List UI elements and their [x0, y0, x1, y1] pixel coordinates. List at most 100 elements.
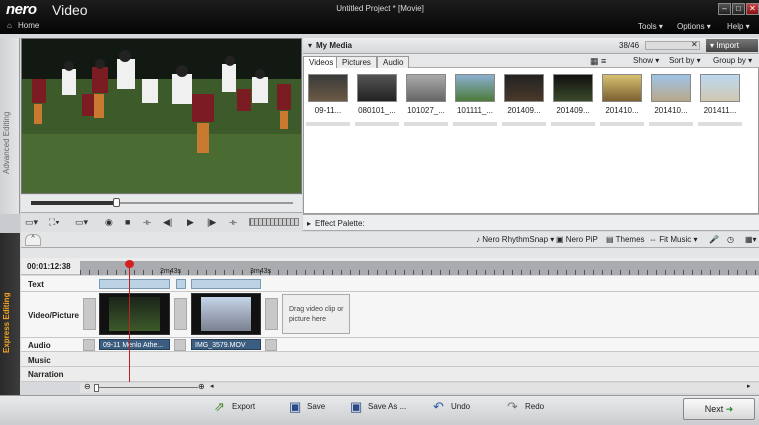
save-button[interactable]: ▣ Save [285, 400, 325, 420]
media-thumb[interactable]: 201410... [649, 72, 693, 120]
collapse-icon[interactable]: ▾ [308, 41, 312, 50]
audio-slot[interactable] [265, 339, 277, 351]
jog-wheel[interactable] [249, 218, 299, 226]
thumb-image [700, 74, 740, 102]
audio-clip-label[interactable]: IMG_3579.MOV [191, 339, 261, 350]
timeline-ruler[interactable] [80, 261, 759, 275]
themes-button[interactable]: ▤ Themes [606, 235, 645, 244]
maximize-button[interactable]: □ [732, 3, 745, 15]
media-thumb[interactable]: 201410... [600, 72, 644, 120]
playhead-line[interactable] [129, 262, 130, 382]
menu-tools[interactable]: Tools ▾ [638, 22, 663, 31]
media-thumb[interactable]: 101027_... [404, 72, 448, 120]
display-mode-icon[interactable]: ▭▾ [25, 217, 38, 228]
step-back-icon[interactable]: ◀| [163, 217, 172, 228]
ruler-mark: 3m43s [250, 268, 272, 275]
fullscreen-icon[interactable]: ⛶▾ [49, 217, 60, 228]
audio-slot[interactable] [174, 339, 186, 351]
zoom-in-icon[interactable]: ⊕ [198, 382, 205, 391]
transition-slot[interactable] [174, 298, 187, 330]
collapse-panel-icon[interactable]: ^ [25, 234, 41, 246]
grid-view-icon[interactable]: ▦ ≡ [590, 56, 606, 67]
minimize-button[interactable]: – [718, 3, 731, 15]
video-preview[interactable] [21, 38, 302, 194]
advanced-editing-tab[interactable]: Advanced Editing [0, 38, 20, 214]
track-label-text: Text [28, 280, 44, 289]
timeline-scrollbar[interactable]: ⊖ ⊕ ◂ ▸ [80, 382, 759, 393]
export-label: Export [232, 402, 256, 411]
snapshot-icon[interactable]: ◉ [105, 217, 113, 228]
narration-track[interactable] [21, 367, 759, 382]
fit-music-button[interactable]: ⇔ Fit Music ▾ [649, 235, 697, 244]
thumb-caption: 201410... [605, 106, 639, 115]
rhythmsnap-label: Nero RhythmSnap [482, 235, 549, 244]
media-thumb[interactable]: 201409... [551, 72, 595, 120]
close-button[interactable]: ✕ [746, 3, 759, 15]
zoom-track[interactable] [94, 387, 198, 388]
tab-pictures[interactable]: Pictures [336, 56, 377, 68]
pip-button[interactable]: ▣ Nero PiP [556, 235, 598, 244]
play-icon[interactable]: ▶ [187, 217, 194, 228]
clock-icon[interactable]: ◷ [727, 235, 734, 244]
mark-out-icon[interactable]: ⟛ [229, 217, 237, 228]
window-title: Untitled Project * [Movie] [336, 4, 424, 13]
rhythmsnap-button[interactable]: ♪ Nero RhythmSnap ▾ [476, 235, 554, 244]
tab-audio[interactable]: Audio [377, 56, 410, 68]
media-thumb[interactable]: 101111_... [453, 72, 497, 120]
effect-palette-bar[interactable]: ▸ Effect Palette: [303, 214, 759, 231]
advanced-editing-label: Advanced Editing [2, 111, 11, 175]
thumb-image [602, 74, 642, 102]
transition-slot[interactable] [176, 279, 186, 289]
transition-slot[interactable] [83, 298, 96, 330]
microphone-icon[interactable]: 🎤 [709, 235, 719, 244]
group-menu[interactable]: Group by ▾ [713, 56, 752, 65]
media-thumb[interactable]: 080101_... [355, 72, 399, 120]
media-thumb[interactable]: 09-11... [306, 72, 350, 120]
settings-icon[interactable]: ▦▾ [745, 235, 757, 244]
product-name: Video [52, 2, 88, 18]
save-as-label: Save As ... [368, 402, 407, 411]
redo-button[interactable]: ↷ Redo [503, 400, 544, 420]
transition-slot[interactable] [265, 298, 278, 330]
export-button[interactable]: ⇗ Export [210, 400, 255, 420]
import-button[interactable]: ▾ Import [706, 39, 758, 52]
tab-videos[interactable]: Videos [303, 56, 340, 68]
express-editing-tab[interactable]: Express Editing [0, 233, 20, 395]
menu-options[interactable]: Options ▾ [677, 22, 711, 31]
home-link[interactable]: Home [18, 21, 39, 30]
audio-clip-label[interactable]: 09-11 Menlo Athe... [99, 339, 170, 350]
home-icon[interactable]: ⌂ [7, 21, 12, 30]
scroll-right-icon[interactable]: ▸ [747, 382, 751, 390]
show-menu[interactable]: Show ▾ [633, 56, 659, 65]
video-clip[interactable] [99, 293, 170, 335]
menu-help[interactable]: Help ▾ [727, 22, 750, 31]
sort-menu[interactable]: Sort by ▾ [669, 56, 701, 65]
audio-slot[interactable] [83, 339, 95, 351]
thumb-caption: 09-11... [314, 106, 342, 115]
expand-icon[interactable]: ▸ [307, 219, 311, 228]
drop-zone[interactable]: Drag video clip or picture here [282, 294, 350, 334]
step-forward-icon[interactable]: |▶ [207, 217, 216, 228]
media-thumb[interactable]: 201411... [698, 72, 742, 120]
next-arrow-icon: ➜ [725, 404, 734, 414]
text-clip-slot[interactable] [99, 279, 170, 289]
text-clip-slot[interactable] [191, 279, 261, 289]
scroll-left-icon[interactable]: ◂ [210, 382, 214, 390]
mark-in-icon[interactable]: ⟛ [143, 217, 151, 228]
track-label-audio: Audio [28, 341, 51, 350]
playhead-handle[interactable] [125, 260, 134, 268]
clear-icon[interactable]: ✕ [691, 40, 698, 49]
thumb-image [553, 74, 593, 102]
pip-label: Nero PiP [565, 235, 598, 244]
media-thumb[interactable]: 201409... [502, 72, 546, 120]
video-clip[interactable] [191, 293, 261, 335]
aspect-icon[interactable]: ▭▾ [75, 217, 88, 228]
stop-icon[interactable]: ■ [125, 217, 130, 227]
zoom-handle[interactable] [94, 384, 99, 392]
next-button[interactable]: Next ➜ [683, 398, 755, 420]
zoom-out-icon[interactable]: ⊖ [84, 382, 91, 391]
scrub-handle[interactable] [113, 198, 120, 207]
music-track[interactable] [21, 352, 759, 367]
save-as-button[interactable]: ▣ Save As ... [346, 400, 406, 420]
undo-button[interactable]: ↶ Undo [429, 400, 470, 420]
